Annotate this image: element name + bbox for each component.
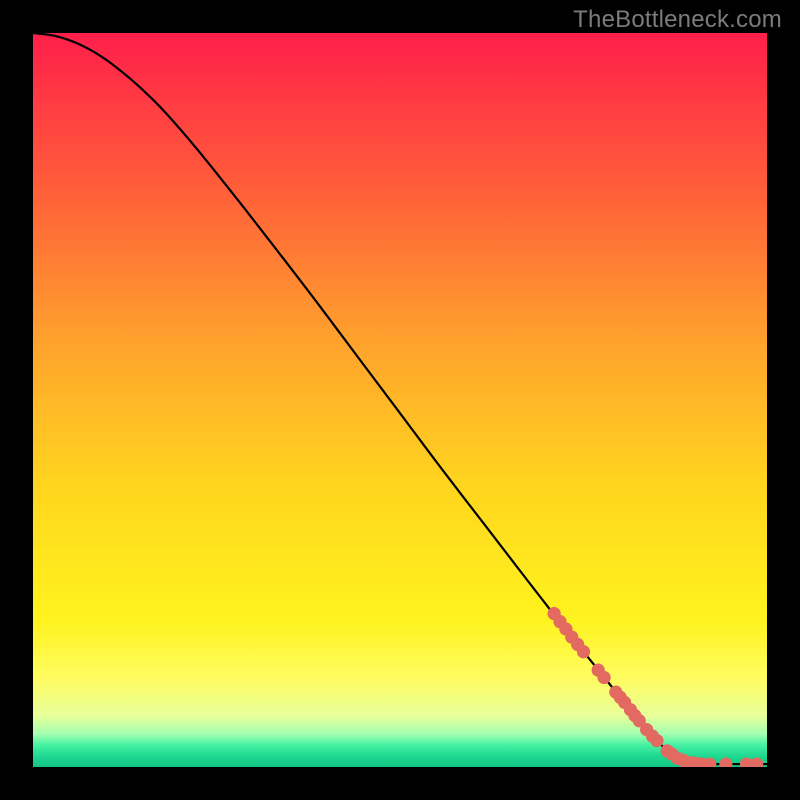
chart-svg (33, 33, 767, 767)
marker-dot (750, 757, 763, 767)
marker-dot (650, 734, 663, 747)
marker-dot (719, 757, 732, 767)
marker-dot (577, 645, 590, 658)
chart-frame: TheBottleneck.com (0, 0, 800, 800)
curve-line (33, 33, 767, 764)
marker-dot (597, 671, 610, 684)
plot-area (33, 33, 767, 767)
watermark-text: TheBottleneck.com (573, 6, 782, 34)
marker-dots (548, 607, 764, 767)
